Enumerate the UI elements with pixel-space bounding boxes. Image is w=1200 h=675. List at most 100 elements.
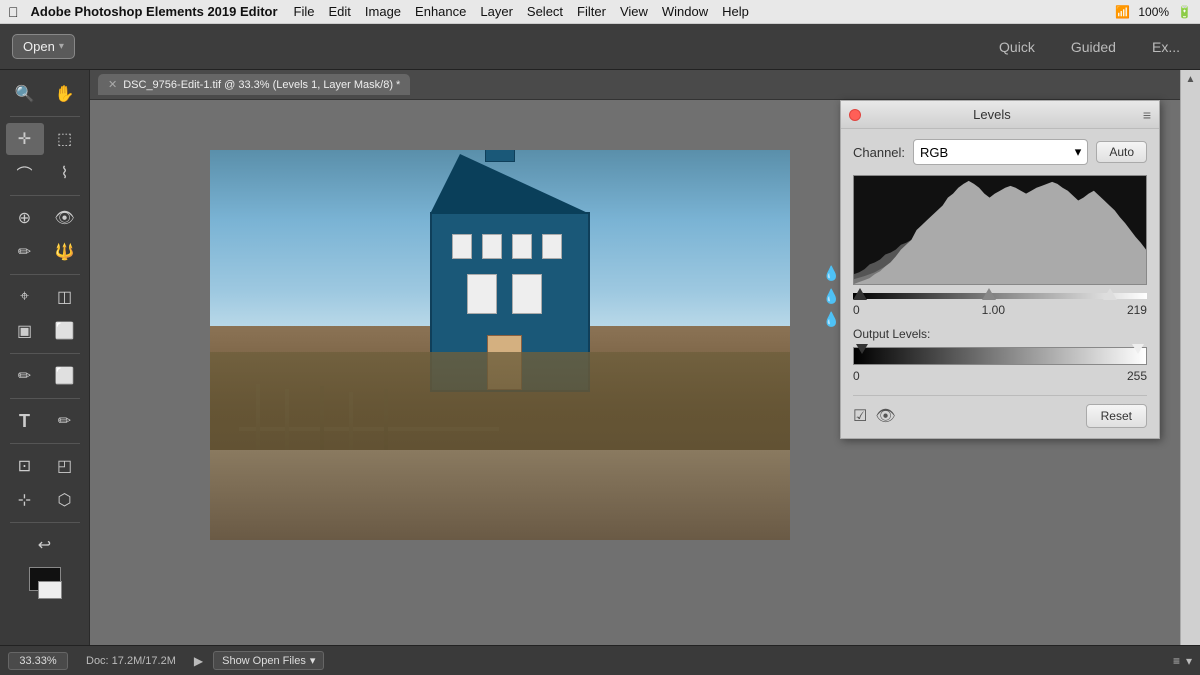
text-edit-tool[interactable]: ✏: [46, 405, 84, 437]
open-label: Open: [23, 39, 55, 54]
output-values: 0 255: [853, 369, 1147, 383]
levels-titlebar: Levels ≡: [841, 101, 1159, 129]
auto-button[interactable]: Auto: [1096, 141, 1147, 163]
white-eyedropper-button[interactable]: 💧: [823, 311, 840, 328]
input-slider-track[interactable]: [853, 293, 1147, 299]
tool-divider-5: [10, 398, 80, 399]
custom-shape-tool[interactable]: ⬡: [46, 484, 84, 516]
output-min-value: 0: [853, 369, 860, 383]
file-tab[interactable]: ✕ DSC_9756-Edit-1.tif @ 33.3% (Levels 1,…: [98, 74, 410, 95]
levels-values: 0 1.00 219: [853, 303, 1147, 317]
app-name: Adobe Photoshop Elements 2019 Editor: [31, 4, 278, 19]
text-tool[interactable]: T: [6, 405, 44, 437]
zoom-level: 33.33%: [8, 652, 68, 670]
tool-divider-7: [10, 522, 80, 523]
tool-divider-2: [10, 195, 80, 196]
tool-divider-6: [10, 443, 80, 444]
status-arrow-icon[interactable]: ▶: [194, 654, 203, 668]
menu-view[interactable]: View: [620, 4, 648, 19]
channel-dropdown[interactable]: RGB ▾: [913, 139, 1088, 165]
channel-value: RGB: [920, 145, 948, 160]
tab-close-icon[interactable]: ✕: [108, 78, 117, 91]
output-white-handle[interactable]: [1132, 344, 1144, 354]
eye-tool[interactable]: 👁: [46, 202, 84, 234]
menu-filter[interactable]: Filter: [577, 4, 606, 19]
paint-bucket-tool[interactable]: ▣: [6, 315, 44, 347]
healing-tool[interactable]: ✏: [6, 236, 44, 268]
marquee-tool[interactable]: ⬚: [46, 123, 84, 155]
background-color[interactable]: [38, 581, 62, 599]
show-files-label: Show Open Files: [222, 655, 306, 667]
input-black-handle[interactable]: [853, 288, 867, 300]
magnetic-lasso-tool[interactable]: ⌇: [46, 157, 84, 189]
move-tool[interactable]: ✛: [6, 123, 44, 155]
canvas-area: ✕ DSC_9756-Edit-1.tif @ 33.3% (Levels 1,…: [90, 70, 1180, 645]
output-black-handle[interactable]: [856, 344, 868, 354]
footer-icons: ☑ 👁: [853, 406, 896, 426]
tab-quick[interactable]: Quick: [991, 35, 1043, 59]
gradient-tool[interactable]: ⬜: [46, 315, 84, 347]
menu-enhance[interactable]: Enhance: [415, 4, 466, 19]
input-max-value: 219: [1127, 303, 1147, 317]
levels-title: Levels: [841, 107, 1143, 122]
input-min-value: 0: [853, 303, 860, 317]
open-button[interactable]: Open ▾: [12, 34, 75, 59]
menu-file[interactable]: File: [294, 4, 315, 19]
eraser-tool[interactable]: ◫: [46, 281, 84, 313]
gray-eyedropper-button[interactable]: 💧: [823, 288, 840, 305]
toolbar: Open ▾ Quick Guided Ex...: [0, 24, 1200, 70]
output-max-value: 255: [1127, 369, 1147, 383]
clone-tool[interactable]: 🔱: [46, 236, 84, 268]
photo-image: [210, 150, 790, 540]
tab-expert[interactable]: Ex...: [1144, 35, 1188, 59]
levels-menu-icon[interactable]: ≡: [1143, 107, 1151, 123]
photo-roof: [430, 154, 590, 214]
reset-button[interactable]: Reset: [1086, 404, 1147, 428]
menu-edit[interactable]: Edit: [329, 4, 351, 19]
brush-tool[interactable]: ⌖: [6, 281, 44, 313]
tool-divider-4: [10, 353, 80, 354]
menu-window[interactable]: Window: [662, 4, 708, 19]
photo-beach: [210, 450, 790, 540]
pencil-tool[interactable]: ✏: [6, 360, 44, 392]
output-slider-track[interactable]: [853, 347, 1147, 365]
tab-guided[interactable]: Guided: [1063, 35, 1124, 59]
channel-label: Channel:: [853, 145, 905, 160]
status-expand-icon[interactable]: ▾: [1186, 654, 1192, 668]
back-tool[interactable]: ↩: [26, 529, 64, 561]
lasso-tool[interactable]: ⌒: [6, 157, 44, 189]
output-label: Output Levels:: [853, 327, 1147, 341]
status-right-icons: ≡ ▾: [1173, 654, 1192, 668]
show-open-files-dropdown[interactable]: Show Open Files ▾: [213, 651, 324, 670]
black-eyedropper-button[interactable]: 💧: [823, 265, 840, 282]
eraser2-tool[interactable]: ⬜: [46, 360, 84, 392]
crop-tool[interactable]: ⊡: [6, 450, 44, 482]
preview-eye-icon[interactable]: 👁: [875, 406, 895, 426]
menu-layer[interactable]: Layer: [480, 4, 513, 19]
apple-logo[interactable]: : [8, 4, 19, 20]
status-list-icon[interactable]: ≡: [1173, 654, 1180, 668]
recompose-tool[interactable]: ◰: [46, 450, 84, 482]
visibility-checkbox-icon[interactable]: ☑: [853, 406, 867, 426]
battery-level: 100%: [1138, 5, 1169, 19]
battery-icon: 🔋: [1177, 5, 1192, 19]
menu-help[interactable]: Help: [722, 4, 749, 19]
zoom-tool[interactable]: 🔍: [6, 78, 44, 110]
main-area: 🔍 ✋ ✛ ⬚ ⌒ ⌇ ⊕ 👁 ✏ 🔱 ⌖ ◫ ▣ ⬜: [0, 70, 1200, 645]
input-white-handle[interactable]: [1103, 288, 1117, 300]
input-gray-handle[interactable]: [982, 288, 996, 300]
canvas-content: Levels ≡ Channel: RGB ▾ Auto: [90, 100, 1180, 645]
menubar-right: 📶 100% 🔋: [1115, 5, 1192, 19]
right-panel: ▲: [1180, 70, 1200, 645]
hand-tool[interactable]: ✋: [46, 78, 84, 110]
levels-footer: ☑ 👁 Reset: [853, 395, 1147, 428]
histogram-svg: [854, 176, 1146, 284]
wifi-icon: 📶: [1115, 5, 1130, 19]
show-files-chevron-icon: ▾: [310, 654, 316, 667]
tools-panel: 🔍 ✋ ✛ ⬚ ⌒ ⌇ ⊕ 👁 ✏ 🔱 ⌖ ◫ ▣ ⬜: [0, 70, 90, 645]
menu-image[interactable]: Image: [365, 4, 401, 19]
tab-bar: ✕ DSC_9756-Edit-1.tif @ 33.3% (Levels 1,…: [90, 70, 1180, 100]
menu-select[interactable]: Select: [527, 4, 563, 19]
move-layer-tool[interactable]: ⊕: [6, 202, 44, 234]
straighten-tool[interactable]: ⊹: [6, 484, 44, 516]
